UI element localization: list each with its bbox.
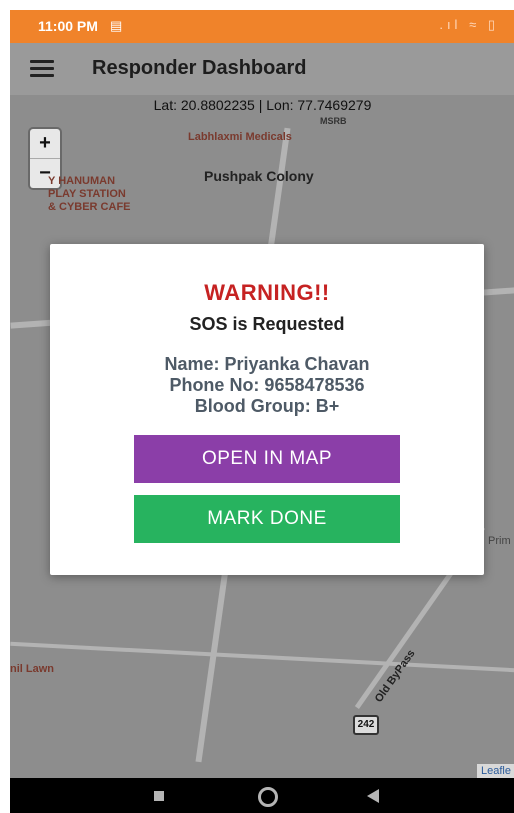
- map-attribution[interactable]: Leafle: [477, 764, 514, 778]
- back-icon[interactable]: [367, 789, 379, 803]
- open-in-map-button[interactable]: OPEN IN MAP: [134, 435, 400, 483]
- requester-phone: Phone No: 9658478536: [169, 375, 365, 395]
- map-label-prim: Prim: [488, 535, 511, 547]
- map-label-medicals: Labhlaxmi Medicals: [188, 131, 292, 143]
- status-time: 11:00 PM: [38, 18, 98, 34]
- map-road: [10, 641, 514, 673]
- home-icon[interactable]: [258, 787, 278, 807]
- map-label-msrb: MSRB: [320, 116, 347, 126]
- sos-subtitle: SOS is Requested: [189, 314, 345, 334]
- requester-name: Name: Priyanka Chavan: [164, 354, 370, 374]
- map-label-lawn: nil Lawn: [10, 663, 54, 675]
- signal-icon: .ıl: [439, 17, 462, 32]
- sos-dialog: WARNING!! SOS is Requested Name: Priyank…: [50, 244, 484, 575]
- page-title: Responder Dashboard: [92, 57, 307, 79]
- recents-icon[interactable]: [154, 791, 164, 801]
- zoom-in-button[interactable]: +: [30, 129, 60, 159]
- requester-blood-group: Blood Group: B+: [194, 396, 340, 416]
- wifi-icon: ≈: [469, 17, 481, 32]
- map-label-hanuman: Y HANUMAN PLAY STATION & CYBER CAFE: [48, 175, 131, 213]
- coordinates-readout: Lat: 20.8802235 | Lon: 77.7469279: [153, 97, 372, 113]
- mark-done-button[interactable]: MARK DONE: [134, 495, 400, 543]
- status-icons: .ıl ≈ ▯: [439, 17, 499, 33]
- system-nav-bar: [10, 778, 514, 813]
- hamburger-menu-icon[interactable]: [30, 60, 54, 78]
- map-label-colony: Pushpak Colony: [204, 168, 314, 184]
- warning-title: WARNING!!: [204, 280, 330, 305]
- notification-icon: ▤: [110, 18, 123, 33]
- status-bar: 11:00 PM ▤ .ıl ≈ ▯: [10, 10, 514, 43]
- highway-shield: 242: [353, 715, 379, 735]
- battery-icon: ▯: [487, 17, 499, 32]
- phone-screen: 11:00 PM ▤ .ıl ≈ ▯ Responder Dashboard L…: [10, 10, 514, 813]
- app-bar: Responder Dashboard: [10, 43, 514, 95]
